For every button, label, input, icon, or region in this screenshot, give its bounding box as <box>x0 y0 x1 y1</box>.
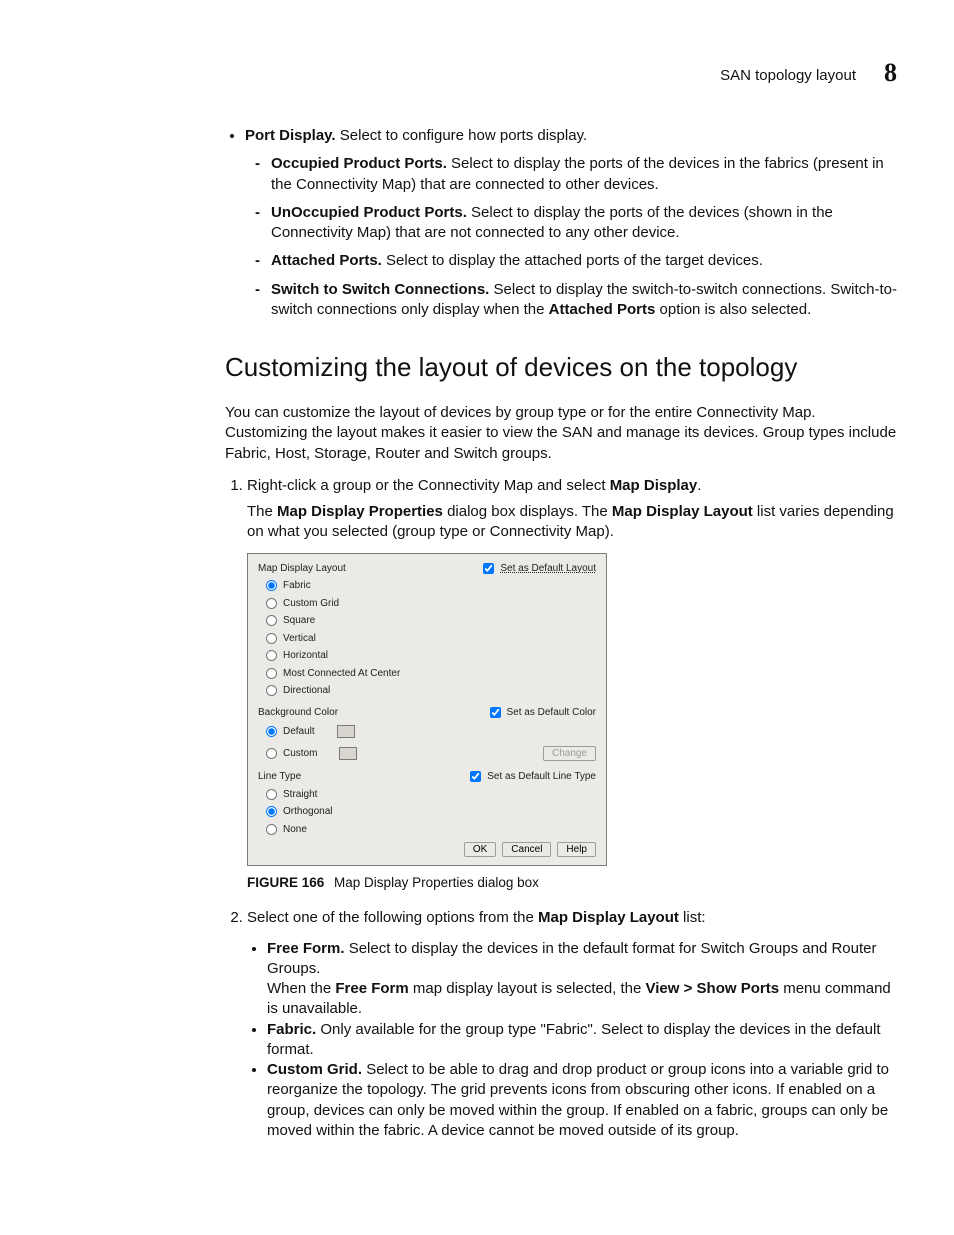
change-color-button[interactable]: Change <box>543 746 596 761</box>
port-display-item: Port Display. Select to configure how po… <box>245 126 897 320</box>
set-default-layout-checkbox[interactable] <box>483 563 494 574</box>
set-default-line-label: Set as Default Line Type <box>487 770 596 784</box>
bg-radio-custom[interactable] <box>266 748 277 759</box>
step-1: Right-click a group or the Connectivity … <box>247 476 897 892</box>
layout-option: Horizontal <box>283 649 328 663</box>
bg-label: Background Color <box>258 706 338 720</box>
layout-option: Square <box>283 614 315 628</box>
figure-caption: FIGURE 166 Map Display Properties dialog… <box>247 874 897 892</box>
set-default-layout-label: Set as Default Layout <box>500 562 596 576</box>
layout-option: Most Connected At Center <box>283 667 400 681</box>
chapter-number: 8 <box>884 60 897 86</box>
default-color-swatch <box>337 725 355 738</box>
layout-label: Map Display Layout <box>258 562 346 576</box>
line-option: Straight <box>283 788 317 802</box>
header-title: SAN topology layout <box>720 66 856 86</box>
line-option: Orthogonal <box>283 805 332 819</box>
map-display-dialog: Map Display Layout Set as Default Layout… <box>247 553 607 867</box>
help-button[interactable]: Help <box>557 842 596 857</box>
layout-radio-customgrid[interactable] <box>266 598 277 609</box>
line-option: None <box>283 823 307 837</box>
option-fabric: Fabric. Only available for the group typ… <box>267 1020 897 1061</box>
layout-option: Vertical <box>283 632 316 646</box>
port-display-sublist: Occupied Product Ports. Select to displa… <box>245 154 897 320</box>
layout-radio-directional[interactable] <box>266 685 277 696</box>
port-display-list: Port Display. Select to configure how po… <box>225 126 897 320</box>
set-default-color-checkbox[interactable] <box>490 707 501 718</box>
cancel-button[interactable]: Cancel <box>502 842 551 857</box>
layout-radio-horizontal[interactable] <box>266 650 277 661</box>
bg-option: Custom <box>283 747 317 761</box>
line-radio-none[interactable] <box>266 824 277 835</box>
option-custom-grid: Custom Grid. Select to be able to drag a… <box>267 1060 897 1141</box>
line-label: Line Type <box>258 770 301 784</box>
section-intro: You can customize the layout of devices … <box>225 403 897 464</box>
layout-option: Custom Grid <box>283 597 339 611</box>
step-2: Select one of the following options from… <box>247 908 897 1141</box>
sub-unoccupied: UnOccupied Product Ports. Select to disp… <box>271 203 897 244</box>
custom-color-swatch <box>339 747 357 760</box>
layout-radio-mostconnected[interactable] <box>266 668 277 679</box>
page-header: SAN topology layout 8 <box>57 60 897 86</box>
layout-radio-square[interactable] <box>266 615 277 626</box>
sub-attached: Attached Ports. Select to display the at… <box>271 251 897 271</box>
sub-occupied: Occupied Product Ports. Select to displa… <box>271 154 897 195</box>
sub-switch: Switch to Switch Connections. Select to … <box>271 280 897 321</box>
option-free-form: Free Form. Select to display the devices… <box>267 939 897 1020</box>
layout-option: Directional <box>283 684 330 698</box>
line-radio-orthogonal[interactable] <box>266 806 277 817</box>
steps-list: Right-click a group or the Connectivity … <box>225 476 897 1141</box>
layout-radio-fabric[interactable] <box>266 580 277 591</box>
set-default-line-checkbox[interactable] <box>470 771 481 782</box>
bg-option: Default <box>283 725 315 739</box>
layout-radio-vertical[interactable] <box>266 633 277 644</box>
ok-button[interactable]: OK <box>464 842 496 857</box>
line-radio-straight[interactable] <box>266 789 277 800</box>
layout-option: Fabric <box>283 579 311 593</box>
bg-radio-default[interactable] <box>266 726 277 737</box>
set-default-color-label: Set as Default Color <box>507 706 597 720</box>
section-heading: Customizing the layout of devices on the… <box>225 350 897 385</box>
